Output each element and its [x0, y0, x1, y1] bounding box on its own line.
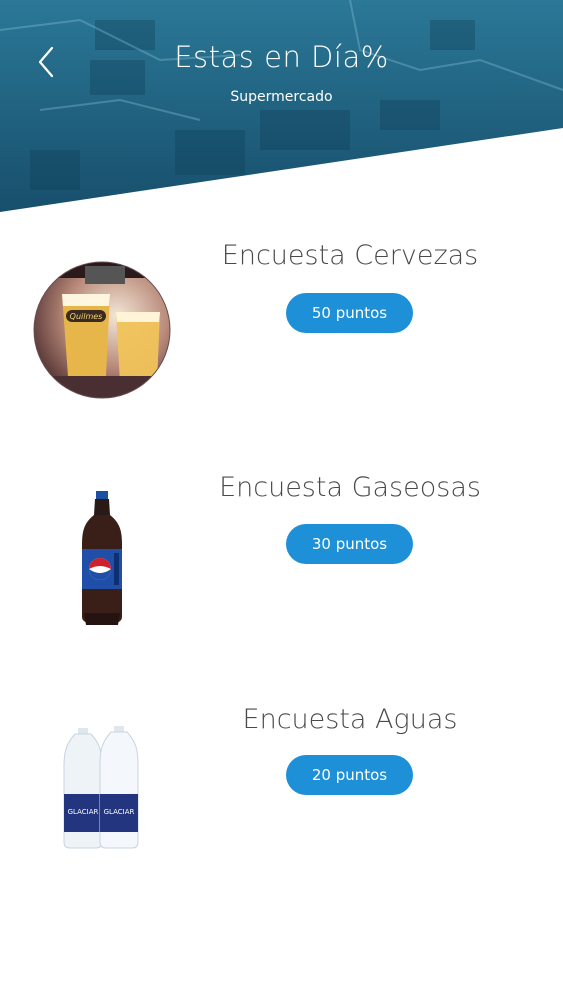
points-button[interactable]: 50 puntos [286, 293, 413, 333]
header-background [0, 0, 563, 212]
water-bottles-icon: GLACIAR GLACIAR [30, 722, 175, 867]
survey-title: Encuesta Aguas [242, 704, 458, 735]
svg-text:GLACIAR: GLACIAR [68, 808, 99, 816]
soda-bottle-icon [30, 487, 175, 632]
page-subtitle: Supermercado [230, 89, 333, 105]
beer-glasses-icon: Quilmes [30, 258, 175, 403]
points-button[interactable]: 20 puntos [286, 755, 413, 795]
survey-item-aguas[interactable]: GLACIAR GLACIAR Encuesta Aguas 20 puntos [0, 704, 563, 874]
page-title: Estas en Día% [174, 40, 389, 74]
survey-item-gaseosas[interactable]: Encuesta Gaseosas 30 puntos [0, 472, 563, 642]
app-screen: Estas en Día% Supermercado Quilmes Encue… [0, 0, 563, 1000]
svg-text:Quilmes: Quilmes [70, 312, 103, 321]
svg-text:GLACIAR: GLACIAR [104, 808, 135, 816]
survey-title: Encuesta Cervezas [221, 240, 479, 271]
survey-item-cervezas[interactable]: Quilmes Encuesta Cervezas 50 puntos [0, 240, 563, 410]
points-button[interactable]: 30 puntos [286, 524, 413, 564]
header: Estas en Día% Supermercado [0, 0, 563, 215]
survey-title: Encuesta Gaseosas [219, 472, 481, 503]
